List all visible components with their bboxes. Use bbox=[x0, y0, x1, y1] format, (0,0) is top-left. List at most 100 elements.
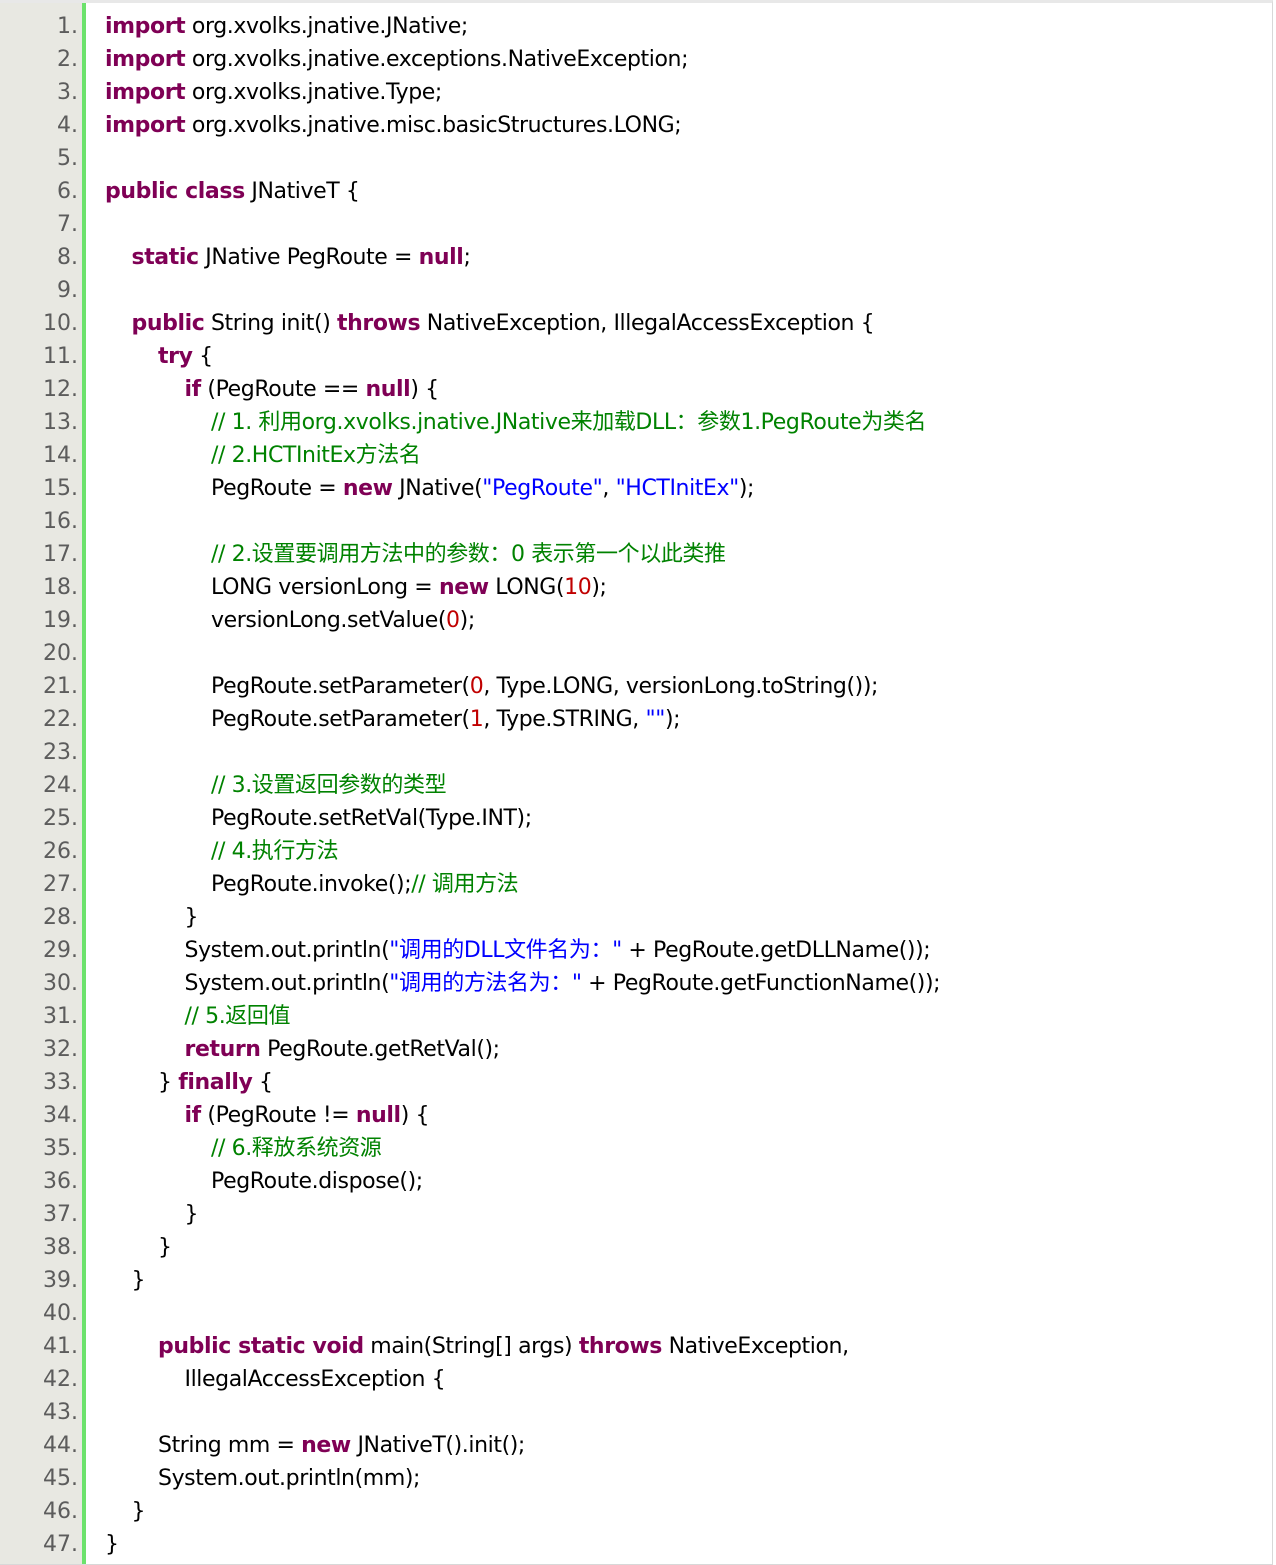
code-line: 28.} bbox=[0, 901, 1272, 934]
keyword-token: null bbox=[365, 377, 411, 402]
code-token: (PegRoute != bbox=[200, 1103, 356, 1128]
code-token: org.xvolks.jnative.exceptions.NativeExce… bbox=[185, 47, 689, 72]
code-token: } bbox=[131, 1268, 146, 1293]
code-text: static JNative PegRoute = null; bbox=[132, 241, 1263, 274]
code-token: + PegRoute.getFunctionName()); bbox=[581, 971, 941, 996]
line-number: 39. bbox=[43, 1268, 78, 1293]
code-token: ); bbox=[459, 608, 476, 633]
code-line: 8. static JNative PegRoute = null; bbox=[0, 241, 1272, 274]
code-line: 15. PegRoute = new JNative("PegRoute", "H… bbox=[0, 472, 1272, 505]
code-line: 39.} bbox=[0, 1264, 1272, 1297]
keyword-token: throws bbox=[337, 311, 421, 336]
code-line: 42. IllegalAccessException { bbox=[0, 1363, 1272, 1396]
code-token: PegRoute = bbox=[211, 476, 343, 501]
code-text: try { bbox=[158, 340, 1262, 373]
code-line: 34. if (PegRoute != null) { bbox=[0, 1099, 1272, 1132]
line-number: 32. bbox=[43, 1037, 78, 1062]
code-line: 37.} bbox=[0, 1198, 1272, 1231]
code-line: 22. PegRoute.setParameter(1, Type.STRING,… bbox=[0, 703, 1272, 736]
string-token: "调用的DLL文件名为：" bbox=[389, 938, 622, 963]
keyword-token: public bbox=[131, 311, 205, 336]
code-token: ); bbox=[738, 476, 755, 501]
code-token: System.out.println( bbox=[184, 971, 390, 996]
code-token: ); bbox=[591, 575, 607, 600]
keyword-token: return bbox=[184, 1037, 261, 1062]
line-number: 19. bbox=[43, 608, 78, 633]
code-token: main(String[] args) bbox=[363, 1334, 579, 1359]
line-number: 29. bbox=[43, 938, 78, 963]
keyword-token: import bbox=[105, 47, 186, 72]
code-token: LONG( bbox=[488, 575, 565, 600]
code-line: 31. // 5.返回值 bbox=[0, 1000, 1272, 1033]
line-number: 1. bbox=[57, 14, 78, 39]
number-token: 1 bbox=[469, 707, 484, 732]
keyword-token: import bbox=[105, 14, 186, 39]
code-text: PegRoute.setRetVal(Type.INT); bbox=[211, 802, 1262, 835]
code-line: 1. import org.xvolks.jnative.JNative; bbox=[0, 10, 1272, 43]
line-number: 6. bbox=[57, 179, 78, 204]
code-token: } bbox=[184, 1202, 199, 1227]
code-text: System.out.println(mm); bbox=[158, 1462, 1262, 1495]
code-text: versionLong.setValue(0); bbox=[211, 604, 1262, 637]
code-text: IllegalAccessException { bbox=[185, 1363, 1263, 1396]
code-token: org.xvolks.jnative.JNative; bbox=[185, 14, 468, 39]
code-line: 38.} bbox=[0, 1231, 1272, 1264]
code-text: // 3.设置返回参数的类型 bbox=[211, 769, 1262, 802]
code-line: 21. PegRoute.setParameter(0, Type.LONG, v… bbox=[0, 670, 1272, 703]
code-token: JNative PegRoute = bbox=[198, 245, 419, 270]
comment-token: // 4.执行方法 bbox=[211, 839, 339, 864]
code-line: 45. System.out.println(mm); bbox=[0, 1462, 1272, 1495]
line-number: 30. bbox=[43, 971, 78, 996]
code-token: } bbox=[105, 1532, 119, 1557]
line-number: 38. bbox=[43, 1235, 78, 1260]
code-line: 32. return PegRoute.getRetVal(); bbox=[0, 1033, 1272, 1066]
code-text: import org.xvolks.jnative.exceptions.Nat… bbox=[105, 43, 1262, 76]
string-token: "调用的方法名为：" bbox=[389, 971, 582, 996]
string-token: "PegRoute" bbox=[482, 476, 603, 501]
keyword-token: public class bbox=[105, 179, 245, 204]
code-token: ; bbox=[463, 245, 471, 270]
code-line: 20. bbox=[0, 637, 1272, 670]
line-number: 43. bbox=[43, 1400, 78, 1425]
line-number: 3. bbox=[57, 80, 78, 105]
code-line: 4. import org.xvolks.jnative.misc.basicSt… bbox=[0, 109, 1272, 142]
code-text: LONG versionLong = new LONG(10); bbox=[211, 571, 1262, 604]
code-text: if (PegRoute == null) { bbox=[185, 373, 1263, 406]
code-token: JNativeT().init(); bbox=[350, 1433, 525, 1458]
code-token: PegRoute.setParameter( bbox=[211, 707, 470, 732]
code-token: { bbox=[252, 1070, 273, 1095]
code-token: IllegalAccessException { bbox=[184, 1367, 446, 1392]
keyword-token: public static void bbox=[158, 1334, 364, 1359]
code-token: LONG versionLong = bbox=[211, 575, 439, 600]
code-text: PegRoute.setParameter(1, Type.STRING, ""… bbox=[211, 703, 1262, 736]
code-line: 36. PegRoute.dispose(); bbox=[0, 1165, 1272, 1198]
line-number: 44. bbox=[43, 1433, 78, 1458]
line-number: 25. bbox=[43, 806, 78, 831]
code-token: System.out.println(mm); bbox=[158, 1466, 421, 1491]
code-token: } bbox=[184, 905, 199, 930]
code-text: // 2.设置要调用方法中的参数：0 表示第一个以此类推 bbox=[211, 538, 1262, 571]
line-number: 22. bbox=[43, 707, 78, 732]
keyword-token: import bbox=[105, 80, 186, 105]
code-line: 26. // 4.执行方法 bbox=[0, 835, 1272, 868]
line-number: 28. bbox=[43, 905, 78, 930]
keyword-token: new bbox=[301, 1433, 351, 1458]
keyword-token: if bbox=[184, 377, 202, 402]
line-number: 11. bbox=[43, 344, 78, 369]
code-token: PegRoute.setRetVal(Type.INT); bbox=[211, 806, 532, 831]
comment-token: // 5.返回值 bbox=[184, 1004, 291, 1029]
code-line: 19. versionLong.setValue(0); bbox=[0, 604, 1272, 637]
keyword-token: throws bbox=[578, 1334, 663, 1359]
keyword-token: static bbox=[131, 245, 200, 270]
code-token: String init() bbox=[204, 311, 337, 336]
line-number: 27. bbox=[43, 872, 78, 897]
line-number: 16. bbox=[43, 509, 78, 534]
code-line: 10. public String init() throws NativeExc… bbox=[0, 307, 1272, 340]
code-line: 7. bbox=[0, 208, 1272, 241]
code-line: 24. // 3.设置返回参数的类型 bbox=[0, 769, 1272, 802]
line-number: 13. bbox=[43, 410, 78, 435]
code-text: return PegRoute.getRetVal(); bbox=[185, 1033, 1263, 1066]
string-token: "HCTInitEx" bbox=[615, 476, 740, 501]
number-token: 0 bbox=[469, 674, 484, 699]
line-number: 23. bbox=[43, 740, 78, 765]
